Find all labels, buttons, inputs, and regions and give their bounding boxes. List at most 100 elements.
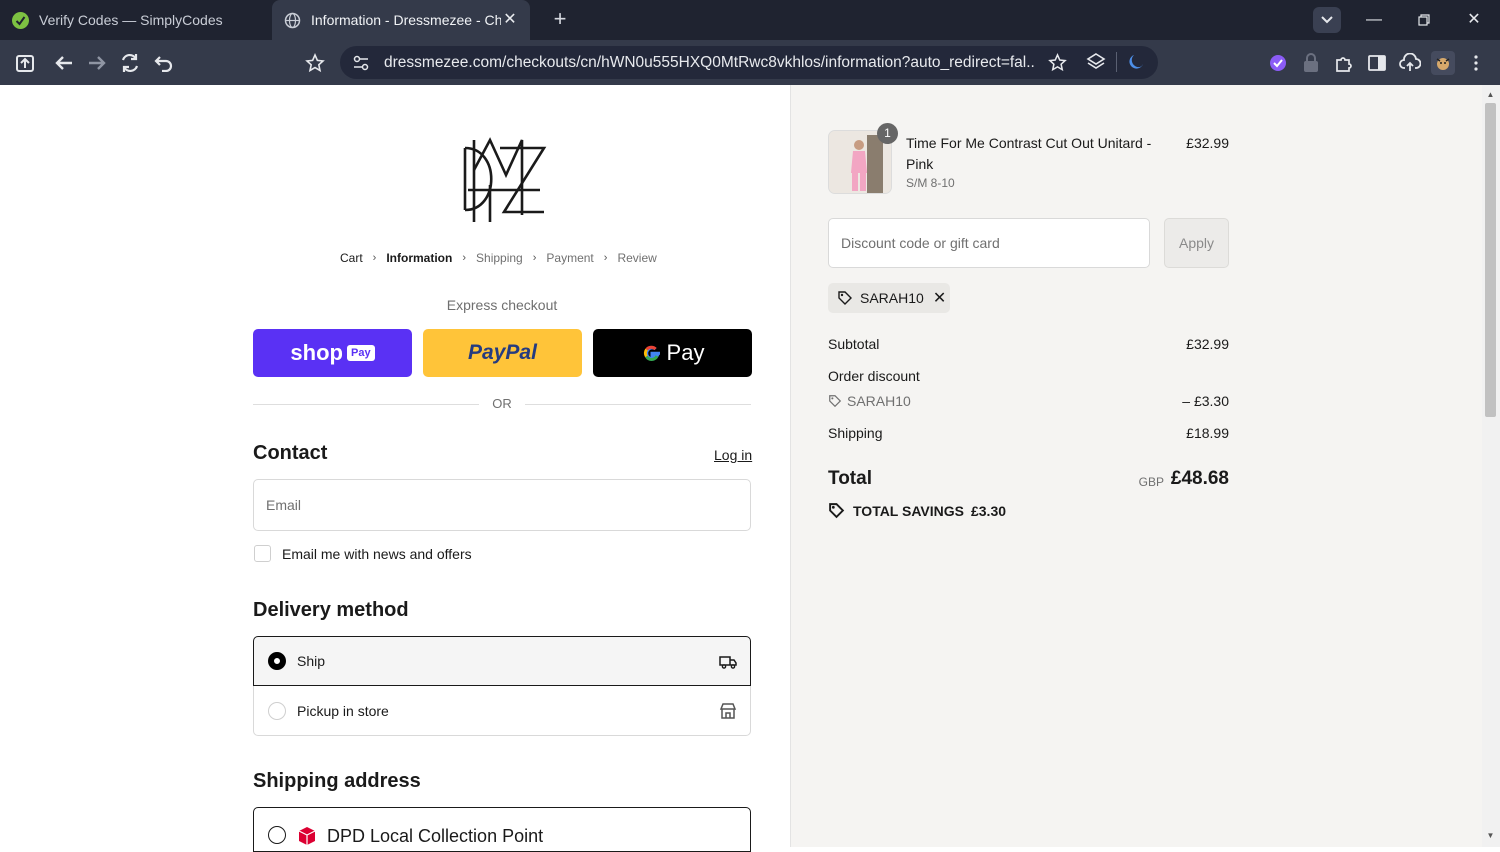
savings-tag-icon: [829, 503, 845, 519]
back-icon[interactable]: [52, 51, 76, 75]
ship-label: Ship: [297, 653, 326, 669]
truck-icon: [719, 656, 737, 669]
discount-code-row: SARAH10 – £3.30: [828, 393, 1229, 409]
tab-title: Information - Dressmezee - Checkout: [311, 12, 501, 28]
newsletter-checkbox[interactable]: [254, 545, 271, 562]
product-price: £32.99: [1186, 135, 1229, 151]
globe-icon: [284, 12, 301, 29]
order-discount-row: Order discount: [828, 368, 1229, 384]
forward-icon[interactable]: [85, 51, 109, 75]
tag-icon: [838, 291, 852, 305]
cloud-upload-icon[interactable]: [1398, 51, 1422, 75]
lock-extension-icon[interactable]: [1299, 51, 1323, 75]
discount-value: – £3.30: [1182, 393, 1229, 409]
tab-dressmezee-checkout[interactable]: Information - Dressmezee - Checkout ✕: [272, 0, 530, 40]
address-bar[interactable]: dressmezee.com/checkouts/cn/hWN0u555HXQ0…: [340, 46, 1158, 79]
close-window-button[interactable]: ✕: [1462, 8, 1486, 32]
total-row: Total GBP £48.68: [828, 468, 1229, 490]
pickup-radio[interactable]: [268, 701, 286, 720]
order-summary: [790, 85, 1482, 847]
google-pay-button[interactable]: Pay: [593, 329, 752, 377]
discount-placeholder: Discount code or gift card: [841, 235, 1000, 251]
product-name: Time For Me Contrast Cut Out Unitard - P…: [906, 135, 1152, 172]
dressmezee-logo: [463, 137, 547, 222]
breadcrumb-information: Information: [386, 251, 453, 265]
scroll-up-icon[interactable]: ▲: [1485, 90, 1496, 100]
express-checkout-label: Express checkout: [446, 297, 558, 313]
chevron-right-icon: ›: [603, 252, 608, 264]
browser-toolbar: dressmezee.com/checkouts/cn/hWN0u555HXQ0…: [0, 40, 1500, 85]
side-panel-icon[interactable]: [1365, 51, 1389, 75]
breadcrumb-shipping: Shipping: [476, 251, 523, 265]
restore-button[interactable]: [1412, 8, 1436, 32]
simplycodes-icon: [12, 11, 29, 29]
total-label: Total: [828, 468, 872, 489]
delivery-option-ship[interactable]: Ship: [253, 636, 751, 686]
divider: [1116, 52, 1117, 72]
star-icon[interactable]: [1048, 53, 1067, 77]
scroll-down-icon[interactable]: ▼: [1485, 831, 1496, 841]
undo-icon[interactable]: [152, 51, 176, 75]
remove-code-icon[interactable]: ✕: [933, 288, 946, 308]
dpd-label: DPD Local Collection Point: [327, 826, 544, 846]
chevron-right-icon: ›: [372, 252, 377, 264]
google-g-icon: [643, 345, 660, 361]
scrollbar-thumb[interactable]: [1485, 103, 1496, 417]
puzzle-extensions-icon[interactable]: [1332, 51, 1356, 75]
moon-icon[interactable]: [1126, 52, 1146, 77]
pickup-label: Pickup in store: [297, 702, 389, 719]
dpd-cube-icon: [298, 827, 316, 845]
email-field[interactable]: Email: [253, 479, 751, 531]
discount-code-input[interactable]: Discount code or gift card: [828, 218, 1150, 268]
extension-purple-icon[interactable]: [1266, 51, 1290, 75]
minimize-button[interactable]: —: [1362, 8, 1386, 32]
newsletter-label: Email me with news and offers: [282, 545, 472, 562]
close-tab-icon[interactable]: ✕: [500, 10, 520, 30]
total-value: £48.68: [1170, 468, 1229, 489]
subtotal-label: Subtotal: [828, 336, 880, 352]
newsletter-row[interactable]: Email me with news and offers: [254, 545, 472, 562]
shop-pay-wordmark: shop: [290, 340, 343, 365]
gpay-wordmark: Pay: [666, 340, 705, 365]
bookmark-star-icon[interactable]: [303, 51, 327, 75]
tag-icon: [829, 395, 842, 408]
shop-pay-button[interactable]: shop Pay: [253, 329, 412, 377]
apply-button[interactable]: Apply: [1164, 218, 1229, 268]
quantity-badge: 1: [877, 123, 898, 144]
total-savings: TOTAL SAVINGS £3.30: [828, 502, 1006, 519]
dpd-collection-option[interactable]: DPD Local Collection Point: [253, 807, 751, 852]
reload-icon[interactable]: [118, 51, 142, 75]
order-discount-label: Order discount: [828, 368, 920, 384]
discount-code-label: SARAH10: [847, 393, 911, 409]
dpd-radio[interactable]: [268, 826, 286, 844]
profile-avatar[interactable]: [1431, 51, 1455, 75]
paypal-button[interactable]: PayPal: [423, 329, 582, 377]
shipping-row: Shipping £18.99: [828, 425, 1229, 441]
menu-kebab-icon[interactable]: [1464, 51, 1488, 75]
product-variant: S/M 8-10: [906, 176, 955, 190]
tab-search-button[interactable]: [1313, 7, 1341, 33]
chevron-down-icon: [1321, 16, 1333, 24]
tab-simplycodes[interactable]: Verify Codes — SimplyCodes: [0, 0, 268, 40]
applied-code: SARAH10: [860, 290, 924, 306]
contact-heading: Contact: [253, 442, 328, 464]
layers-extension-icon[interactable]: [1086, 52, 1106, 77]
applied-discount-chip: SARAH10 ✕: [828, 283, 950, 313]
upload-icon[interactable]: [13, 51, 37, 75]
checkout-page: Cart › Information › Shipping › Payment …: [0, 85, 1500, 852]
shipping-label: Shipping: [828, 425, 883, 441]
shipping-value: £18.99: [1186, 425, 1229, 441]
breadcrumb-review: Review: [617, 251, 657, 265]
total-currency: GBP: [1138, 475, 1164, 489]
delivery-option-pickup[interactable]: Pickup in store: [253, 686, 751, 736]
new-tab-button[interactable]: +: [548, 8, 572, 32]
browser-tab-bar: Verify Codes — SimplyCodes Information -…: [0, 0, 1500, 40]
savings-label: TOTAL SAVINGS: [853, 502, 964, 519]
or-divider: OR: [253, 396, 751, 412]
store-icon: [719, 703, 737, 719]
log-in-link[interactable]: Log in: [714, 447, 752, 463]
ship-radio[interactable]: [268, 652, 286, 670]
breadcrumb-cart[interactable]: Cart: [340, 251, 363, 265]
paypal-wordmark: PayPal: [468, 341, 537, 364]
site-settings-icon[interactable]: [352, 54, 370, 77]
